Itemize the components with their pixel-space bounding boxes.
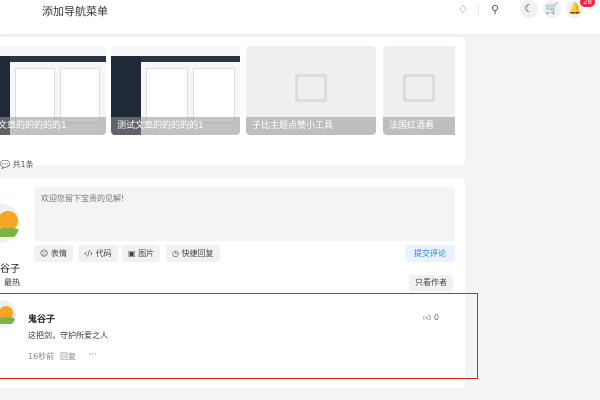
image-placeholder-icon: [403, 74, 435, 102]
gallery-caption: 法国红酒看: [383, 117, 455, 135]
comment-author[interactable]: 鬼谷子: [28, 312, 55, 325]
notification-badge: 28: [580, 0, 595, 7]
code-label: 代码: [95, 249, 112, 258]
comment-count: 💬 共1条: [0, 160, 34, 169]
search-icon[interactable]: ⚲: [487, 2, 503, 18]
gallery-item[interactable]: 测试文章的的的的的1: [111, 46, 240, 135]
more-button[interactable]: ···: [89, 350, 97, 359]
image-label: 图片: [138, 249, 155, 258]
thumbs-up-icon: 👍︎: [423, 313, 432, 322]
comment-text: 这把剑，守护所爱之人: [28, 331, 108, 340]
comment-input[interactable]: [34, 187, 455, 241]
sort-hot-tab[interactable]: 最热: [4, 277, 20, 288]
divider: [478, 4, 479, 16]
emoji-label: 表情: [50, 249, 67, 258]
gallery-item[interactable]: 子比主题点赞小工具: [246, 46, 376, 135]
reply-button[interactable]: 回复: [60, 351, 76, 362]
cart-icon[interactable]: 🛒: [543, 0, 561, 18]
emoji-button[interactable]: ☺ 表情: [34, 245, 73, 262]
moon-icon[interactable]: ☾: [520, 0, 538, 18]
comment-count-label: 共1条: [12, 160, 34, 169]
gallery-caption: 测试文章的的的的的1: [111, 117, 240, 135]
author-only-button[interactable]: 只看作者: [409, 275, 453, 291]
gallery-caption: 子比主题点赞小工具: [246, 117, 376, 135]
add-nav-menu-link[interactable]: 添加导航菜单: [42, 3, 108, 19]
like-button[interactable]: 👍︎ 0: [423, 313, 439, 323]
image-placeholder-icon: [295, 74, 327, 102]
like-count: 0: [433, 313, 440, 322]
quick-reply-label: 快捷回复: [181, 249, 214, 258]
top-header: 添加导航菜单 ♢ ⚲ ☾ 🛒 🔔 28: [0, 0, 600, 34]
gallery-item[interactable]: 文章的的的的的1: [0, 46, 106, 135]
comment-time: 16秒前: [28, 352, 55, 361]
image-button[interactable]: ▣ 图片: [122, 245, 161, 262]
gallery-item[interactable]: 法国红酒看: [383, 46, 455, 135]
badge-icon[interactable]: ♢: [455, 2, 471, 18]
code-button[interactable]: ‹/› 代码: [78, 245, 118, 262]
submit-comment-button[interactable]: 提交评论: [405, 245, 455, 262]
current-user-name: 谷子: [0, 264, 20, 275]
quick-reply-button[interactable]: ◷ 快捷回复: [166, 245, 220, 262]
gallery-caption: 文章的的的的的1: [0, 117, 106, 135]
